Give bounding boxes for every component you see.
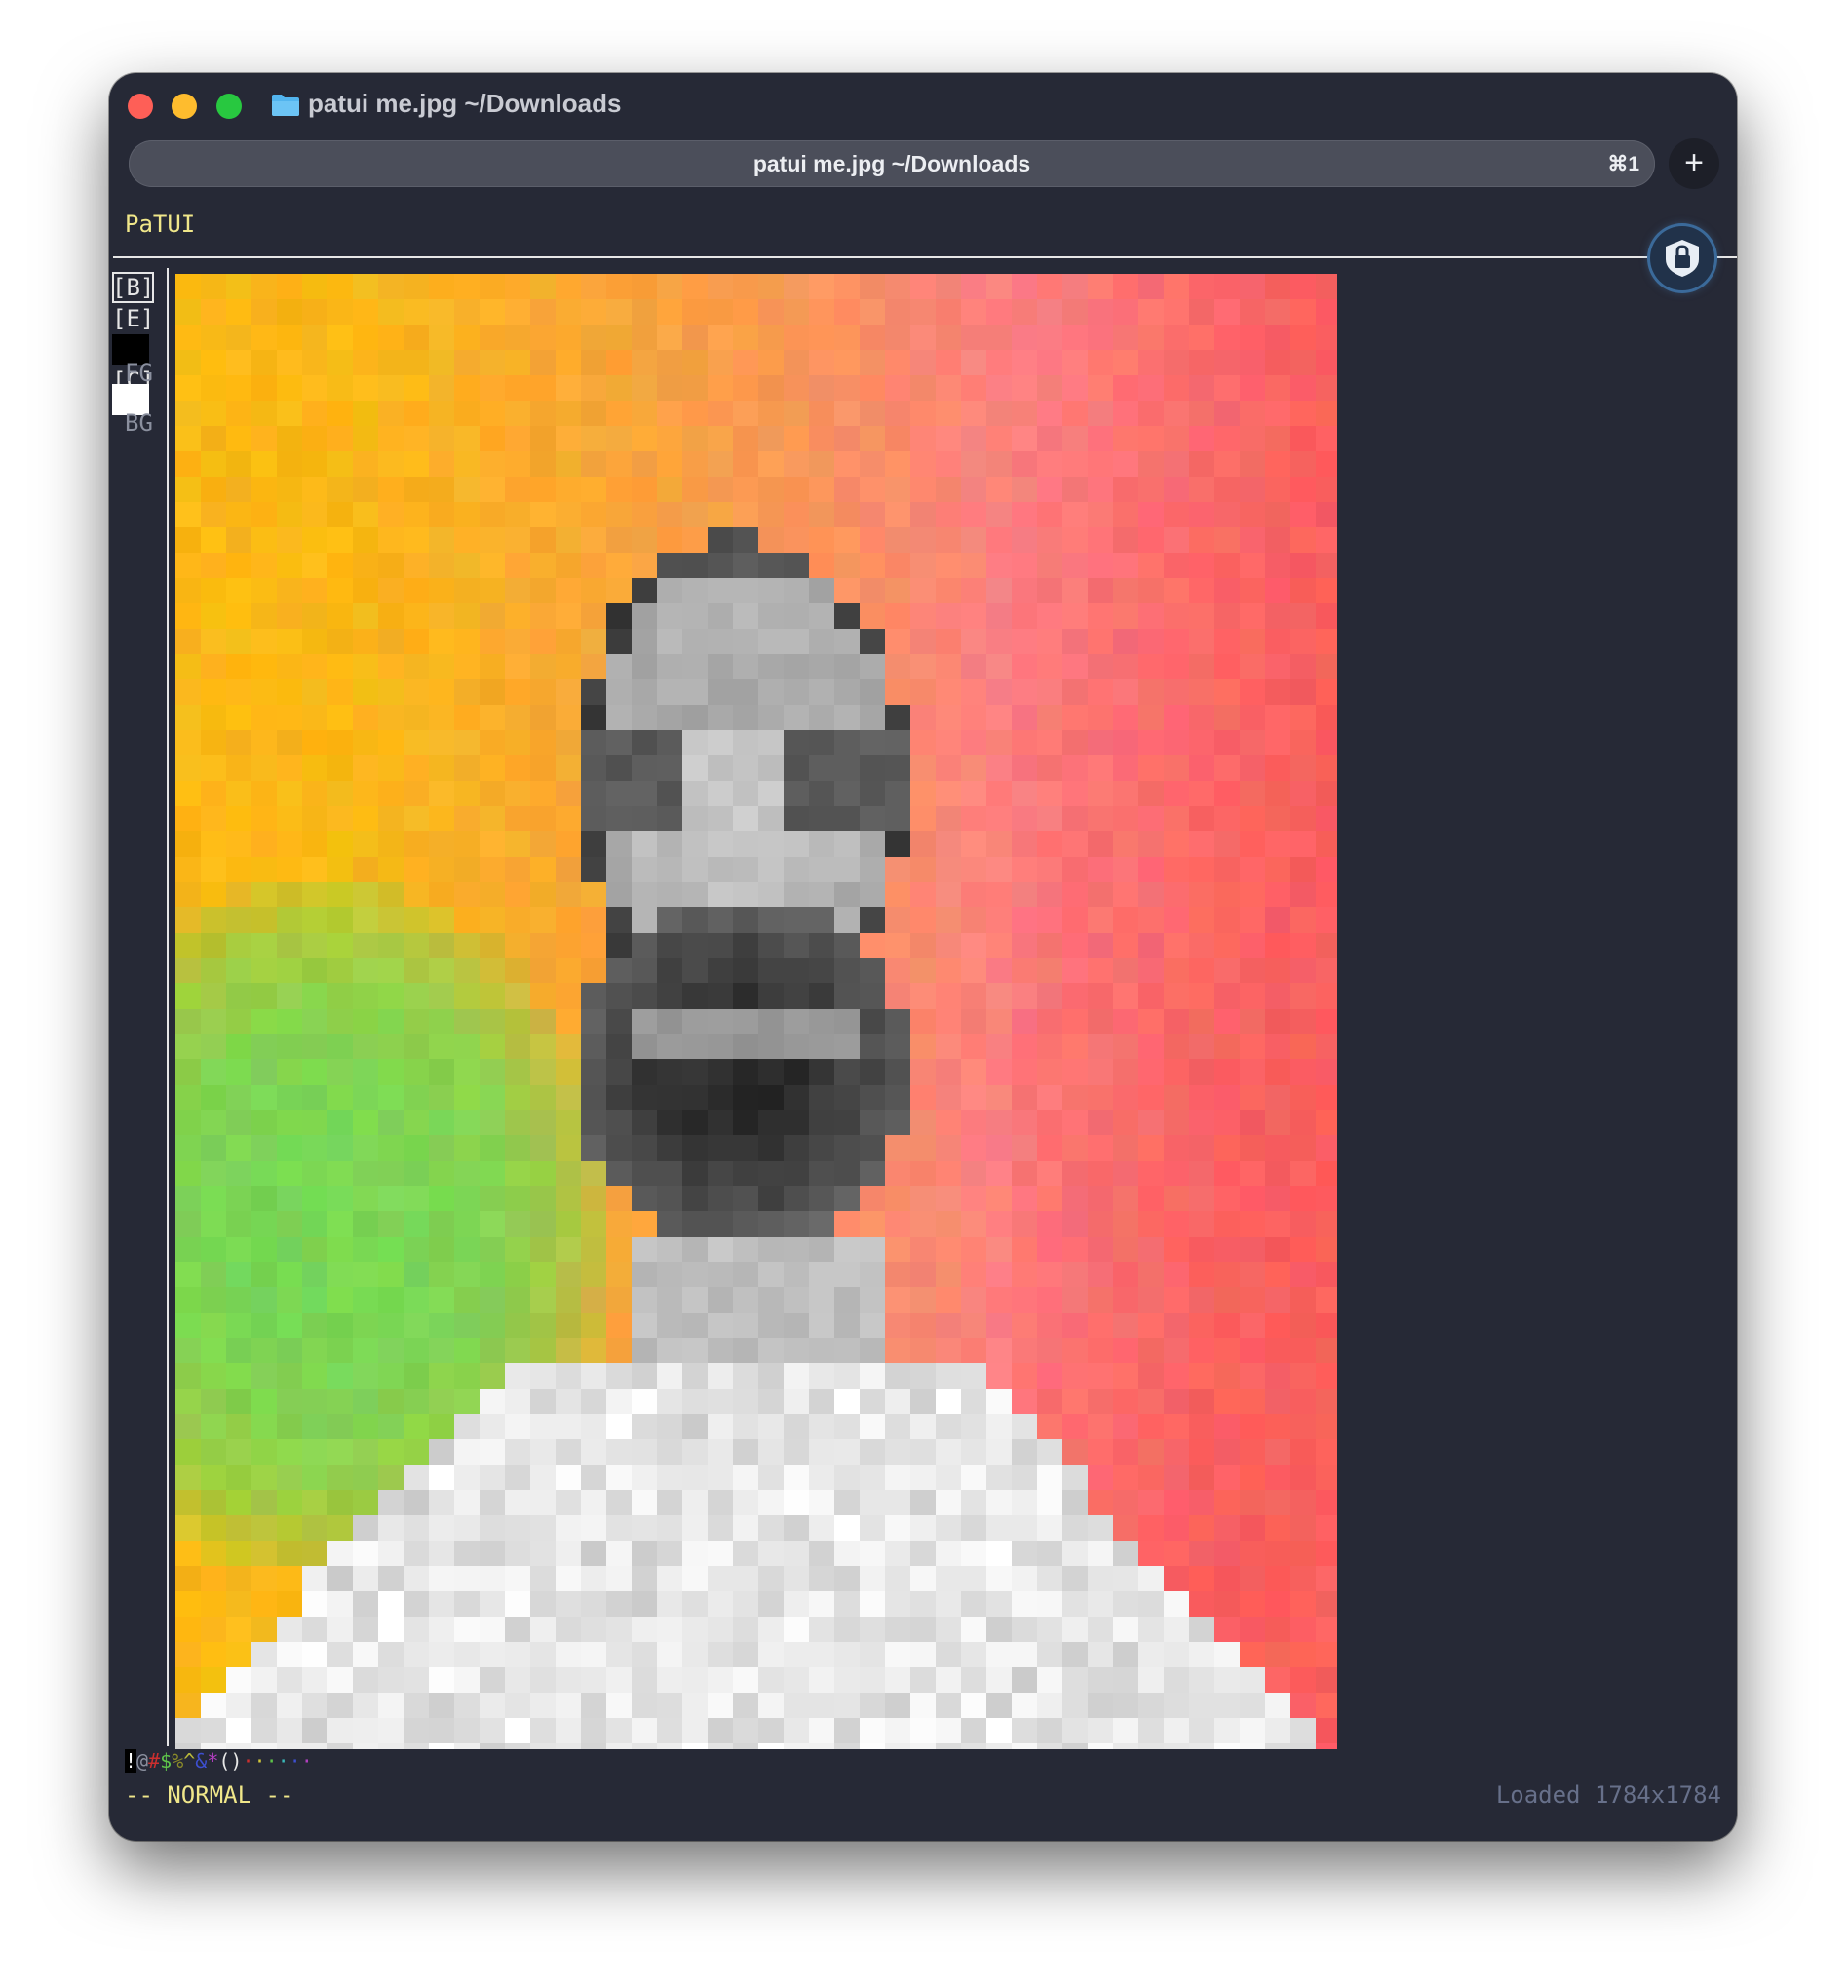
palette-char[interactable]: (	[218, 1749, 230, 1773]
pixel-canvas[interactable]	[175, 274, 1337, 1749]
tab-bar[interactable]: patui me.jpg ~/Downloads ⌘1	[129, 140, 1655, 187]
close-button[interactable]	[128, 94, 153, 119]
window-title: patui me.jpg ~/Downloads	[308, 89, 622, 118]
palette-char[interactable]: ·	[301, 1749, 313, 1773]
palette-char[interactable]: ^	[183, 1749, 195, 1773]
fg-label: FG	[125, 360, 153, 387]
palette-char[interactable]: ·	[242, 1749, 253, 1773]
app-title: PaTUI	[125, 210, 196, 238]
palette-char[interactable]: #	[148, 1749, 160, 1773]
palette-char[interactable]: )	[230, 1749, 242, 1773]
sidebar-divider	[167, 268, 169, 1746]
palette-char[interactable]: @	[136, 1749, 148, 1773]
palette-char[interactable]: ·	[278, 1749, 289, 1773]
mode-indicator: -- NORMAL --	[125, 1781, 294, 1809]
zoom-button[interactable]	[216, 94, 242, 119]
palette-char[interactable]: %	[172, 1749, 183, 1773]
palette-char[interactable]: $	[160, 1749, 172, 1773]
header-divider	[113, 256, 1737, 258]
terminal-window: patui me.jpg ~/Downloads patui me.jpg ~/…	[109, 73, 1737, 1841]
palette-char[interactable]: ·	[289, 1749, 301, 1773]
palette-char[interactable]: !	[125, 1749, 137, 1773]
lock-icon[interactable]	[1650, 226, 1714, 290]
character-palette[interactable]: !@#$%^&*()······	[125, 1749, 313, 1773]
tool-button[interactable]: [E]	[112, 303, 154, 334]
folder-icon	[272, 95, 299, 116]
palette-char[interactable]: *	[207, 1749, 218, 1773]
new-tab-button[interactable]: +	[1669, 138, 1719, 189]
palette-char[interactable]: ·	[266, 1749, 278, 1773]
palette-char[interactable]: ·	[254, 1749, 266, 1773]
minimize-button[interactable]	[172, 94, 197, 119]
palette-char[interactable]: &	[195, 1749, 207, 1773]
tab-shortcut: ⌘1	[1607, 153, 1639, 175]
status-message: Loaded 1784x1784	[1495, 1781, 1721, 1809]
bg-label: BG	[125, 409, 153, 437]
title-bar[interactable]: patui me.jpg ~/Downloads	[109, 73, 1737, 137]
tool-button[interactable]: [B]	[112, 272, 155, 303]
tab-title[interactable]: patui me.jpg ~/Downloads	[129, 151, 1655, 177]
